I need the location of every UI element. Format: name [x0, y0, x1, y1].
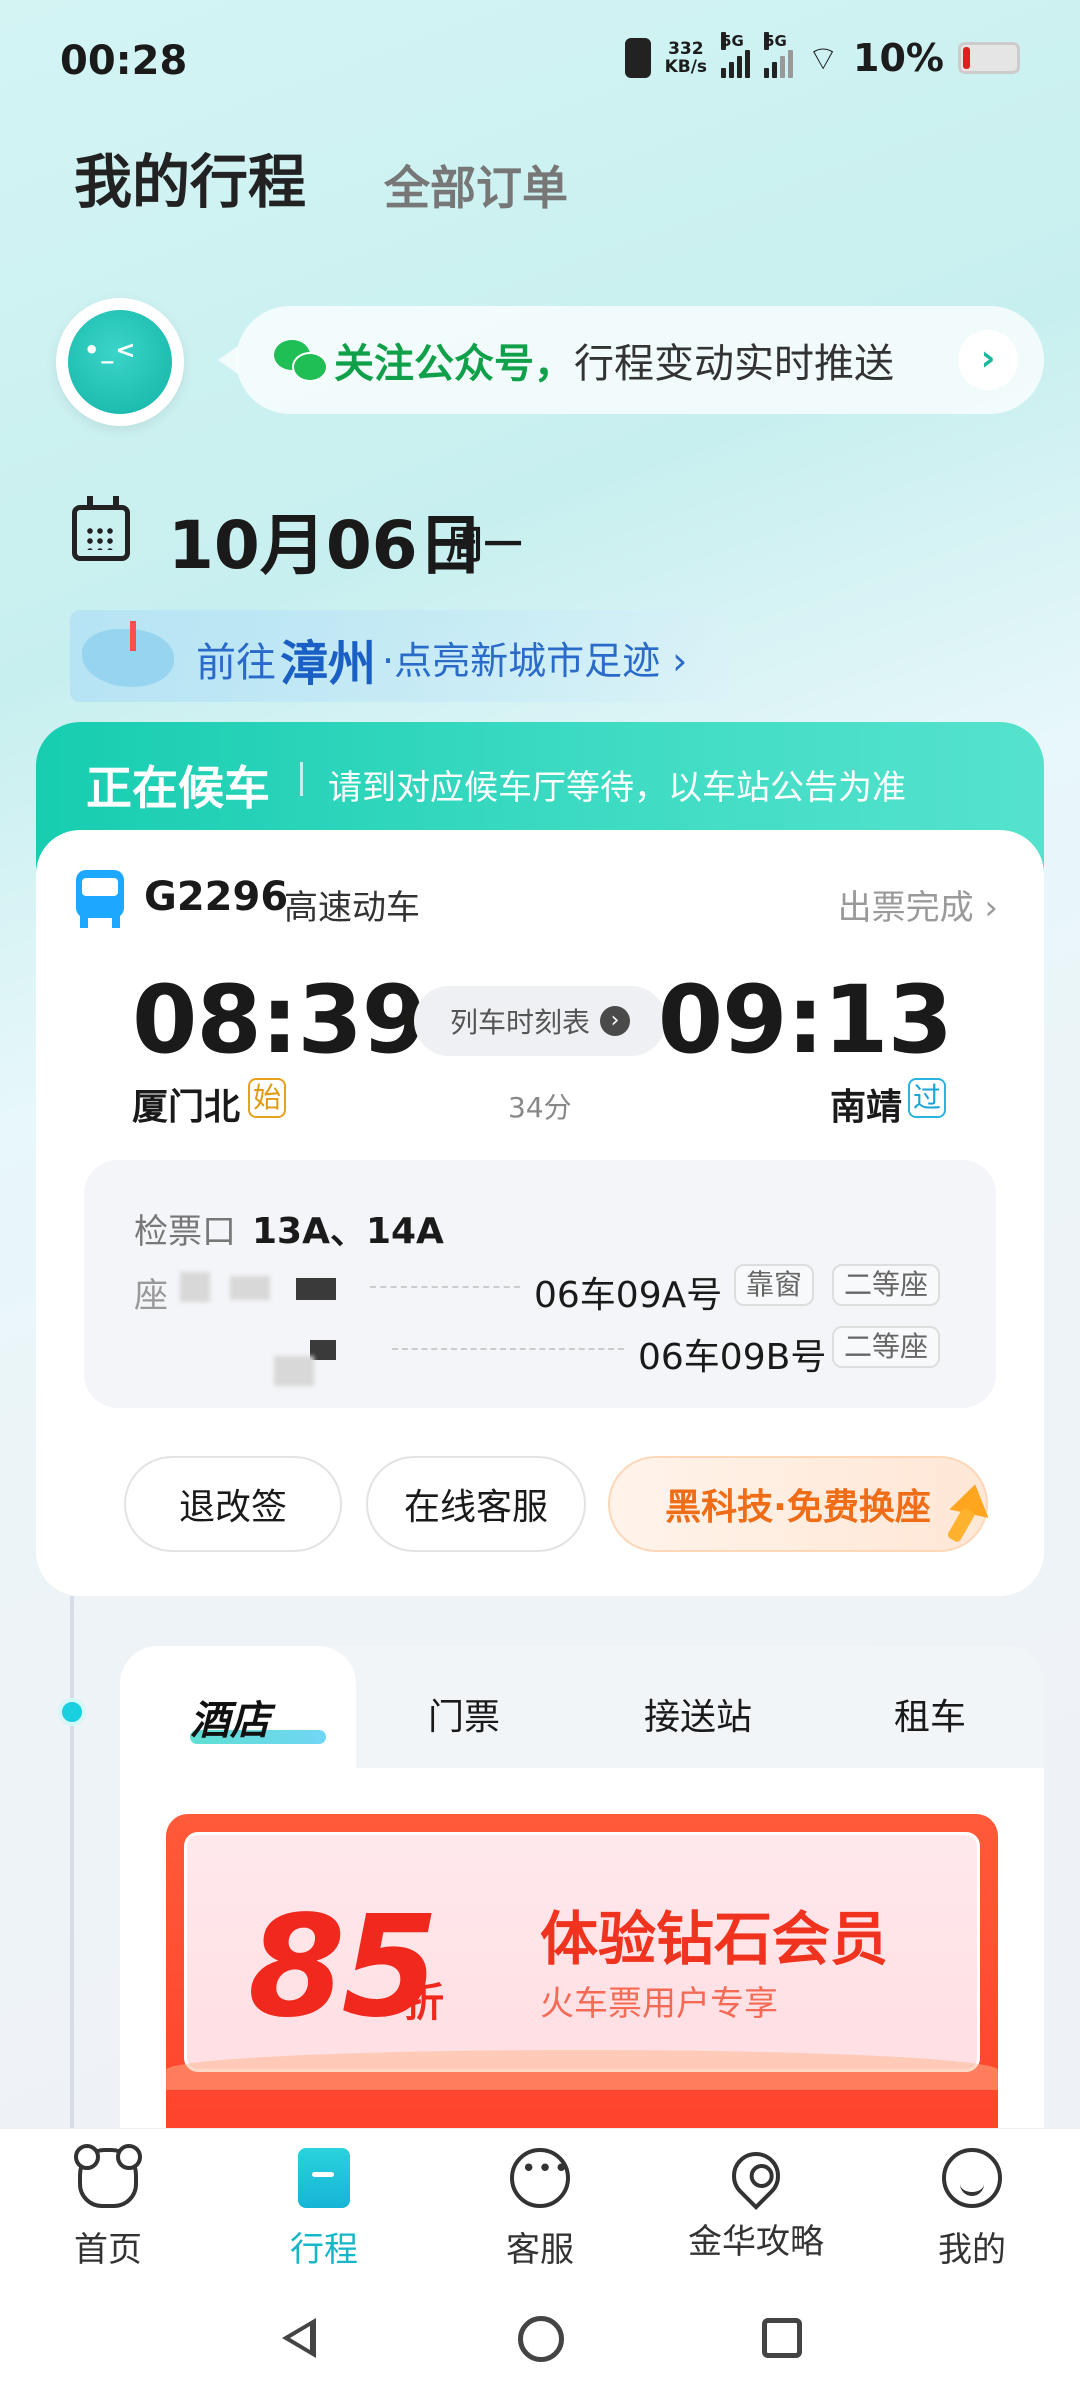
chat-icon — [510, 2148, 570, 2208]
follow-account-banner[interactable]: 关注公众号， 行程变动实时推送 › — [218, 306, 1044, 414]
origin-badge: 始 — [248, 1078, 286, 1118]
window-tag: 靠窗 — [734, 1264, 815, 1306]
signal-icon-1: 5G — [721, 32, 751, 78]
destination-suffix: ·点亮新城市足迹 › — [382, 639, 688, 683]
tab-car-rental[interactable]: 租车 — [894, 1688, 966, 1740]
departure-time: 08:39 — [132, 966, 427, 1075]
online-service-button[interactable]: 在线客服 — [366, 1456, 586, 1552]
system-home-icon[interactable] — [518, 2316, 564, 2362]
mascot-avatar[interactable]: •_< — [56, 298, 184, 426]
destination-prefix: 前往 — [196, 640, 276, 686]
divider — [300, 762, 303, 796]
tab-transfer[interactable]: 接送站 — [644, 1688, 752, 1740]
tab-all-orders[interactable]: 全部订单 — [384, 152, 568, 218]
banner-text: 行程变动实时推送 — [574, 341, 894, 387]
nav-guide[interactable]: 金华攻略 — [656, 2142, 856, 2263]
waiting-title: 正在候车 — [86, 761, 270, 815]
waiting-note: 请到对应候车厅等待，以车站公告为准 — [328, 768, 906, 808]
vibrate-icon — [624, 38, 651, 78]
banner-highlight: 关注公众号， — [334, 341, 574, 387]
net-speed: 332 KB/s — [664, 39, 708, 77]
redacted-name — [180, 1272, 210, 1302]
promo-subtitle: 火车票用户专享 — [540, 1984, 778, 2024]
tab-hotel[interactable]: 酒店 — [190, 1688, 270, 1746]
gate-value: 13A、14A — [252, 1211, 444, 1252]
status-time: 00:28 — [60, 38, 188, 84]
calendar-icon — [72, 496, 130, 561]
home-icon — [74, 2144, 142, 2208]
tab-tickets[interactable]: 门票 — [428, 1688, 500, 1740]
departure-station: 厦门北 — [132, 1087, 241, 1128]
mascot-face-icon: •_< — [84, 336, 138, 364]
redacted-name — [274, 1356, 314, 1386]
seat-number-1: 06车09A号 — [534, 1275, 723, 1316]
map-icon — [70, 611, 188, 701]
seat-number-2: 06车09B号 — [638, 1337, 827, 1378]
train-type: 高速动车 — [284, 888, 420, 928]
battery-icon — [958, 42, 1020, 74]
nav-home[interactable]: 首页 — [8, 2144, 208, 2271]
battery-percent: 10% — [853, 36, 944, 80]
system-back-icon[interactable] — [282, 2318, 316, 2358]
timetable-button[interactable]: 列车时刻表 › — [414, 986, 666, 1056]
train-icon — [72, 870, 128, 928]
arrival-station: 南靖 — [830, 1087, 903, 1128]
ticket-status-link[interactable]: 出票完成 › — [838, 880, 998, 929]
seat-label: 座 — [134, 1276, 168, 1316]
free-seat-swap-button[interactable]: 黑科技·免费换座 — [608, 1456, 988, 1552]
arrival-time: 09:13 — [657, 966, 953, 1075]
nav-me[interactable]: 我的 — [872, 2148, 1072, 2271]
timetable-label: 列车时刻表 — [449, 1006, 590, 1039]
promo-title: 体验钻石会员 — [540, 1905, 889, 1973]
destination-strip[interactable]: 前往 漳州 ·点亮新城市足迹 › — [70, 610, 730, 702]
chevron-right-icon: › — [600, 1006, 630, 1036]
divider — [392, 1348, 624, 1350]
nav-trips[interactable]: 行程 — [224, 2148, 424, 2271]
divider — [370, 1286, 520, 1288]
seat-class-tag: 二等座 — [832, 1264, 941, 1306]
redacted-name — [230, 1276, 270, 1300]
passing-badge: 过 — [908, 1078, 946, 1118]
trip-icon — [298, 2148, 350, 2208]
gate-label: 检票口 — [134, 1212, 236, 1252]
smile-icon — [942, 2148, 1002, 2208]
trip-date: 10月06日 — [168, 507, 484, 584]
trip-duration: 34分 — [508, 1091, 572, 1124]
seat-class-tag: 二等座 — [832, 1326, 941, 1368]
wechat-icon — [274, 340, 328, 382]
chevron-right-icon[interactable]: › — [958, 330, 1018, 390]
destination-city: 漳州 — [280, 636, 377, 692]
timeline-dot — [58, 1698, 86, 1726]
promo-unit: 折 — [404, 1980, 444, 2026]
location-icon — [722, 2142, 790, 2210]
train-number: G2296 — [144, 874, 289, 920]
trip-weekday: 周一 — [446, 523, 523, 567]
signal-icon-2: 5G — [764, 32, 794, 78]
status-icons: 332 KB/s 5G 5G ⌔ 10% — [624, 32, 1020, 80]
redacted-name — [296, 1278, 336, 1300]
nav-service[interactable]: 客服 — [440, 2148, 640, 2271]
timeline-line — [70, 1596, 74, 2136]
system-recents-icon[interactable] — [762, 2318, 802, 2358]
wifi-icon: ⌔ — [807, 38, 840, 79]
refund-change-button[interactable]: 退改签 — [124, 1456, 342, 1552]
tab-my-trips[interactable]: 我的行程 — [74, 135, 306, 219]
